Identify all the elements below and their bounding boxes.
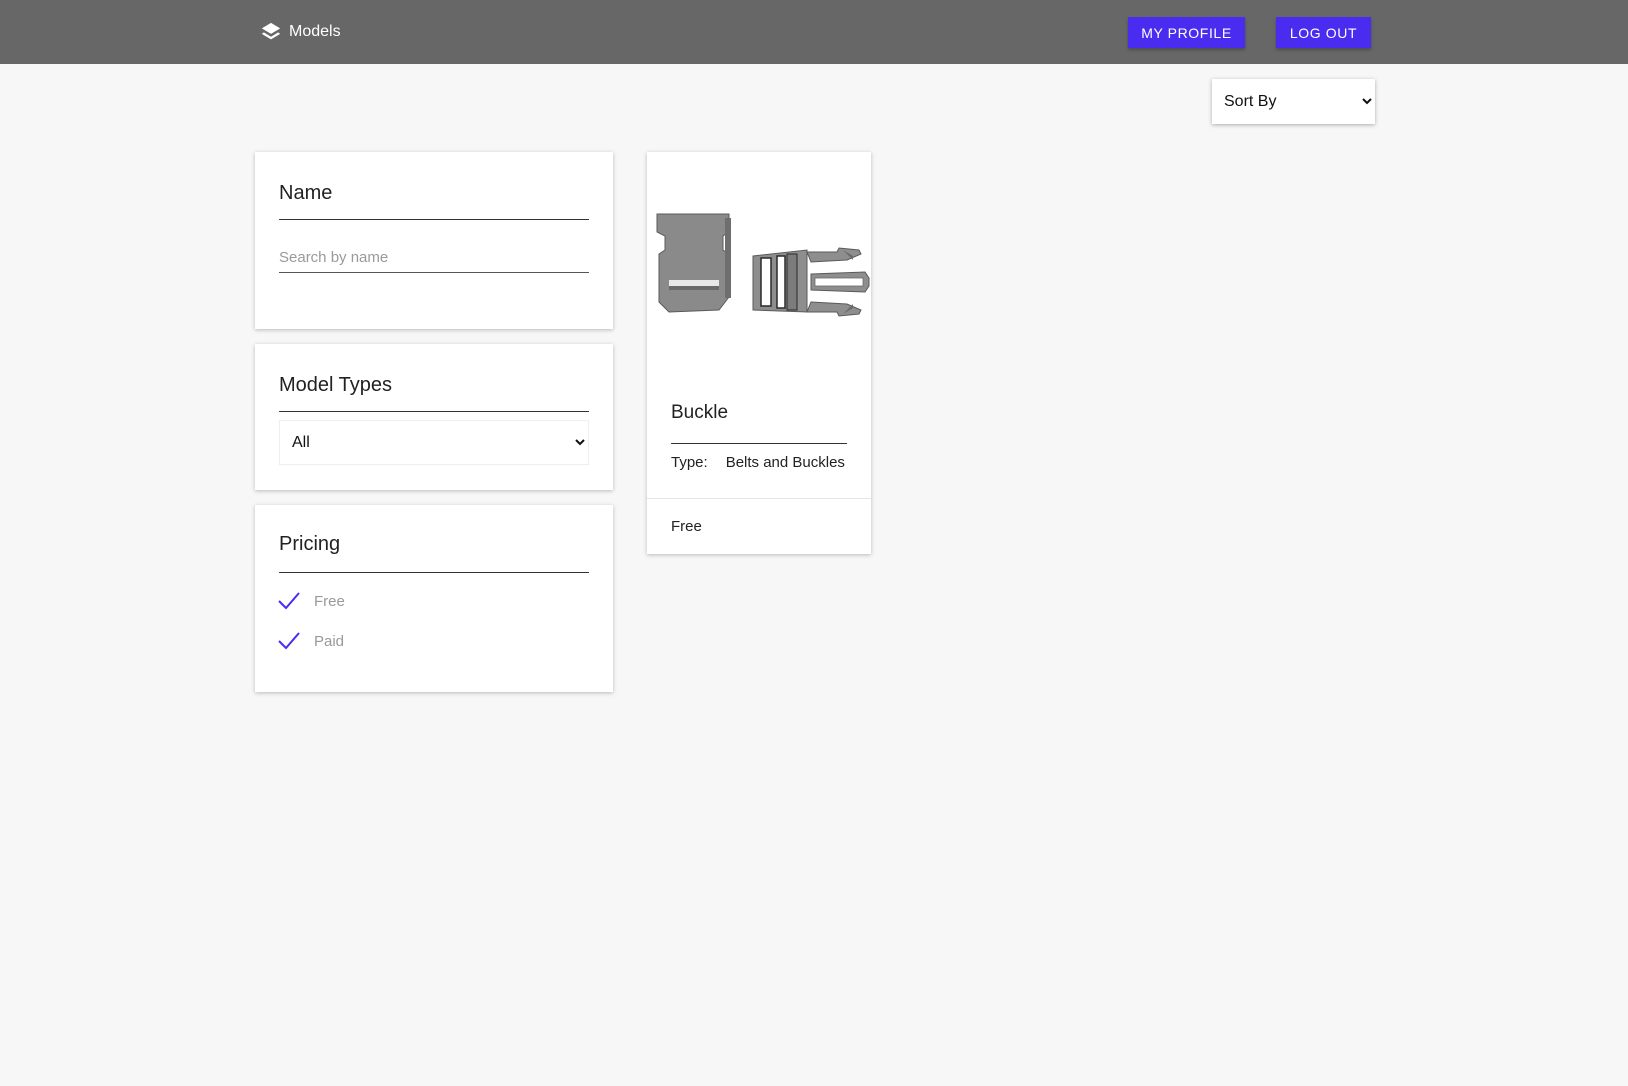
- pricing-free-label: Free: [314, 592, 345, 610]
- pricing-free-checkbox[interactable]: Free: [277, 589, 345, 613]
- divider: [279, 411, 589, 412]
- name-filter-card: Name: [255, 152, 613, 329]
- log-out-button[interactable]: LOG OUT: [1276, 17, 1371, 48]
- top-navigation-bar: Models MY PROFILE LOG OUT: [0, 0, 1628, 64]
- pricing-paid-checkbox[interactable]: Paid: [277, 629, 344, 653]
- sort-dropdown-container: Sort By: [1212, 79, 1375, 124]
- model-types-filter-card: Model Types All: [255, 344, 613, 490]
- buckle-left-piece: [656, 213, 731, 313]
- model-type-row: Type: Belts and Buckles: [671, 454, 845, 471]
- checkmark-icon: [278, 592, 300, 610]
- pricing-filter-title: Pricing: [279, 533, 341, 555]
- model-types-filter-title: Model Types: [279, 374, 393, 396]
- pricing-filter-card: Pricing Free Paid: [255, 505, 613, 692]
- model-price: Free: [671, 518, 702, 535]
- name-filter-title: Name: [279, 182, 333, 204]
- model-card[interactable]: Buckle Type: Belts and Buckles Free: [647, 152, 871, 554]
- divider: [671, 443, 847, 444]
- model-types-select[interactable]: All: [279, 420, 589, 465]
- buckle-right-piece: [752, 247, 870, 317]
- pricing-paid-label: Paid: [314, 632, 345, 650]
- model-title: Buckle: [671, 402, 729, 423]
- model-type-label: Type:: [671, 454, 708, 471]
- checkmark-icon: [278, 632, 300, 650]
- brand-label: Models: [289, 23, 341, 40]
- sort-by-select[interactable]: Sort By: [1212, 79, 1375, 124]
- layers-icon: [261, 22, 281, 40]
- brand-link[interactable]: Models: [260, 20, 341, 44]
- my-profile-button[interactable]: MY PROFILE: [1128, 17, 1245, 48]
- model-thumbnail: [656, 213, 870, 317]
- divider: [279, 219, 589, 220]
- divider: [647, 498, 871, 499]
- search-by-name-input[interactable]: [279, 242, 589, 273]
- model-type-value: Belts and Buckles: [725, 454, 845, 471]
- divider: [279, 572, 589, 573]
